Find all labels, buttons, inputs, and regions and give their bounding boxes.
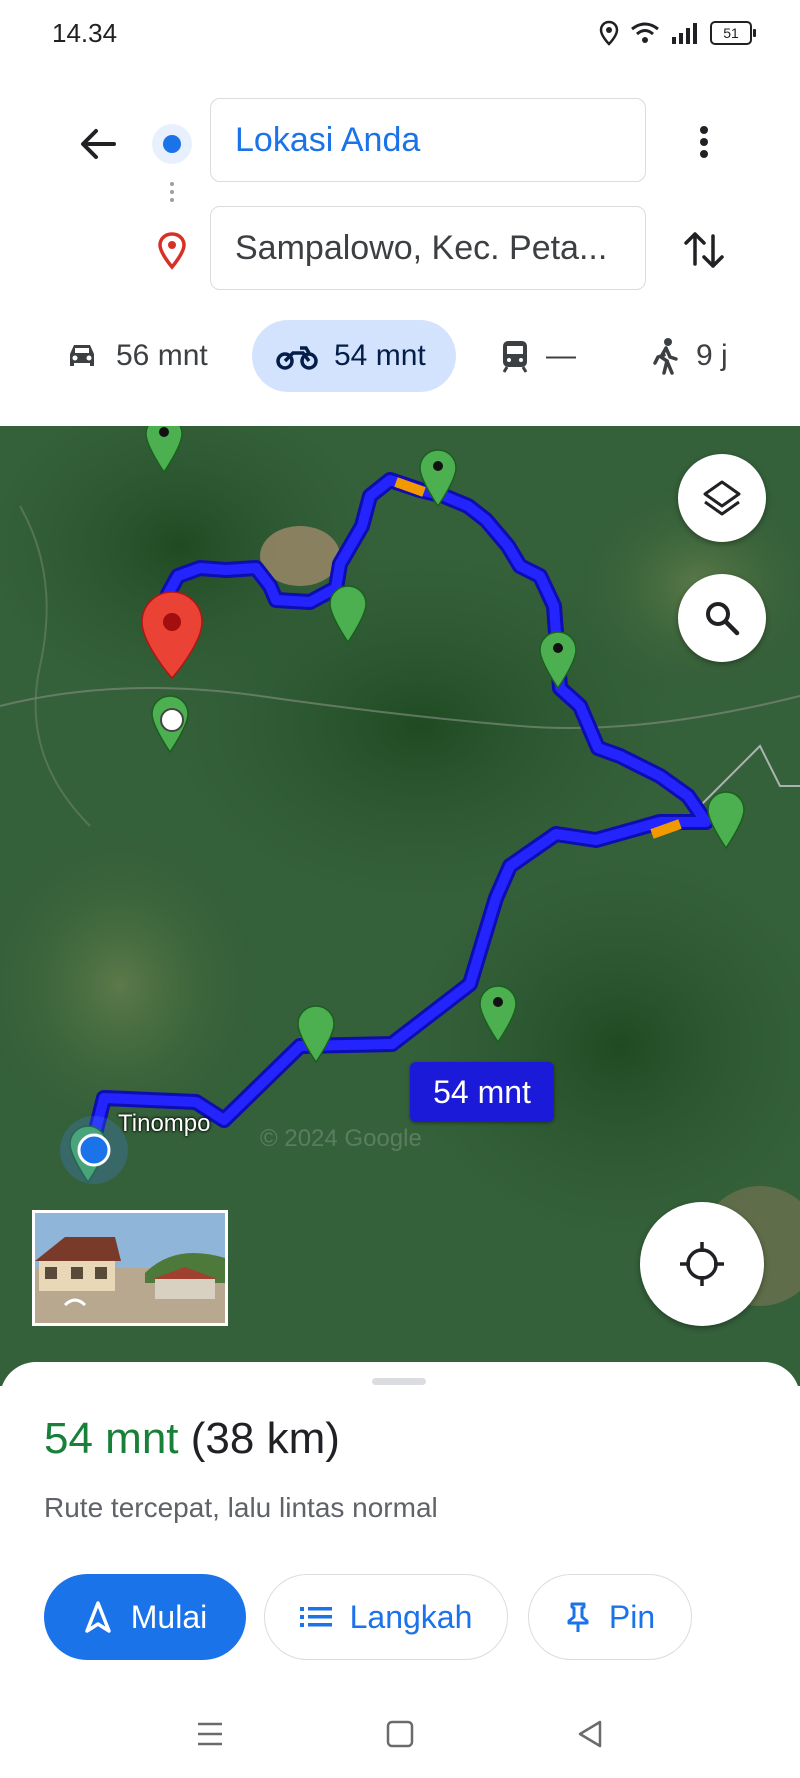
motorcycle-icon bbox=[276, 346, 318, 370]
street-view-image bbox=[35, 1213, 225, 1323]
steps-button[interactable]: Langkah bbox=[264, 1574, 508, 1660]
tab-car-label: 56 mnt bbox=[116, 339, 208, 372]
status-icons: 51 bbox=[598, 20, 756, 46]
search-along-route-button[interactable] bbox=[678, 574, 766, 662]
start-button-label: Mulai bbox=[130, 1598, 208, 1635]
car-icon bbox=[70, 345, 94, 366]
destination-field[interactable]: Sampalowo, Kec. Peta... bbox=[210, 206, 646, 290]
destination-pin-icon bbox=[158, 232, 186, 270]
list-icon bbox=[299, 1607, 332, 1627]
route-duration: 54 mnt bbox=[44, 1414, 179, 1463]
origin-dot-icon bbox=[152, 124, 192, 164]
status-bar: 14.34 51 bbox=[0, 0, 800, 72]
more-options-icon[interactable] bbox=[684, 118, 724, 166]
back-icon[interactable] bbox=[570, 1714, 610, 1754]
place-label-tinompo: Tinompo bbox=[118, 1110, 211, 1137]
pin-icon bbox=[567, 1602, 589, 1632]
origin-field[interactable]: Lokasi Anda bbox=[210, 98, 646, 182]
route-description: Rute tercepat, lalu lintas normal bbox=[44, 1492, 438, 1523]
navigation-arrow-icon bbox=[85, 1601, 111, 1633]
battery-icon: 51 bbox=[710, 21, 756, 45]
street-view-thumbnail[interactable] bbox=[32, 1210, 228, 1326]
pin-button[interactable]: Pin bbox=[528, 1574, 692, 1660]
tab-car[interactable]: 56 mnt bbox=[64, 320, 208, 392]
back-arrow-icon[interactable] bbox=[74, 120, 122, 168]
route-eta-label[interactable]: 54 mnt bbox=[410, 1062, 554, 1122]
transit-icon bbox=[502, 341, 528, 373]
layers-icon bbox=[703, 480, 741, 516]
tab-transit-label: — bbox=[546, 339, 576, 372]
tab-walk[interactable]: 9 j bbox=[652, 320, 728, 392]
map-watermark: © 2024 Google bbox=[260, 1125, 422, 1152]
walk-icon bbox=[653, 338, 678, 375]
menu-icon[interactable] bbox=[190, 1714, 230, 1754]
tab-walk-label: 9 j bbox=[696, 339, 728, 372]
route-connector-dots bbox=[169, 178, 175, 214]
sheet-drag-handle[interactable] bbox=[372, 1378, 426, 1385]
pin-button-label: Pin bbox=[608, 1598, 656, 1635]
route-summary: 54 mnt (38 km) bbox=[44, 1414, 340, 1464]
travel-mode-tabs: 56 mnt 54 mnt — 9 j bbox=[0, 318, 800, 394]
home-icon[interactable] bbox=[380, 1714, 420, 1754]
status-time: 14.34 bbox=[52, 18, 118, 48]
tab-transit[interactable]: — bbox=[500, 320, 576, 392]
wifi-icon bbox=[631, 22, 659, 43]
my-location-button[interactable] bbox=[640, 1202, 764, 1326]
tab-motorcycle[interactable]: 54 mnt bbox=[252, 320, 456, 392]
swap-icon[interactable] bbox=[678, 224, 730, 276]
search-icon bbox=[706, 602, 740, 636]
tab-motorcycle-label: 54 mnt bbox=[334, 339, 426, 372]
steps-button-label: Langkah bbox=[349, 1598, 473, 1635]
layers-button[interactable] bbox=[678, 454, 766, 542]
start-button[interactable]: Mulai bbox=[44, 1574, 246, 1660]
route-distance: (38 km) bbox=[190, 1414, 340, 1463]
signal-icon bbox=[672, 23, 697, 44]
location-icon bbox=[599, 20, 619, 46]
system-navigation-bar bbox=[0, 1690, 800, 1778]
my-location-icon bbox=[680, 1242, 724, 1286]
